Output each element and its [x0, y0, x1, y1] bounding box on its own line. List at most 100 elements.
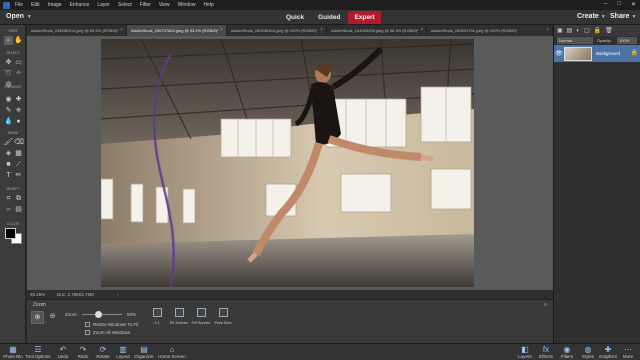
zoom-slider[interactable] [82, 314, 122, 315]
visibility-eye-icon[interactable]: 👁 [554, 50, 564, 57]
foreground-color-swatch[interactable] [5, 228, 16, 239]
menu-file[interactable]: File [15, 2, 23, 8]
type-tool-icon[interactable]: T [4, 171, 13, 180]
chevron-right-icon[interactable]: › [117, 292, 119, 298]
photo-bin-button[interactable]: ▦ Photo Bin [2, 345, 24, 359]
sponge-tool-icon[interactable]: ● [14, 117, 23, 126]
zoom-in-icon: ⊕ [34, 314, 41, 321]
content-aware-move-icon[interactable]: ⇔ [4, 205, 13, 214]
opacity-input[interactable]: 100% [617, 37, 637, 44]
brush-tool-icon[interactable]: 🖌 [4, 138, 13, 147]
graphics-button[interactable]: ✚ Graphics [597, 345, 619, 359]
move-tool-icon[interactable]: ✥ [4, 58, 13, 67]
magic-wand-icon[interactable]: ✧ [14, 69, 23, 78]
close-icon[interactable]: × [420, 27, 423, 33]
clone-stamp-icon[interactable]: ⎈ [14, 106, 23, 115]
layer-row-background[interactable]: 👁 Background 🔒 [554, 45, 640, 62]
menu-view[interactable]: View [159, 2, 170, 8]
eraser-tool-icon[interactable]: ⌫ [14, 138, 24, 147]
rotate-button[interactable]: ⟳ Rotate [92, 345, 114, 359]
view-1to1-button[interactable]: 1:1 [145, 308, 169, 325]
menu-image[interactable]: Image [48, 2, 62, 8]
effects-button[interactable]: fx Effects [535, 345, 557, 359]
marquee-tool-icon[interactable]: ▭ [14, 58, 23, 67]
eye-tool-icon[interactable]: ◉ [4, 95, 13, 104]
organizer-button[interactable]: ▤ Organizer [132, 345, 156, 359]
menu-select[interactable]: Select [118, 2, 132, 8]
zoom-all-checkbox[interactable]: Zoom All Windows [85, 330, 130, 335]
layers-icon: ◧ [521, 345, 529, 354]
doc-tab[interactable]: AdobeStock_164495296.jpeg @ 98.3% (RGB/8… [327, 25, 427, 36]
spot-healing-icon[interactable]: ✚ [14, 95, 23, 104]
menu-filter[interactable]: Filter [140, 2, 151, 8]
print-size-button[interactable]: Print Size [211, 308, 235, 325]
filters-button[interactable]: ◉ Filters [556, 345, 578, 359]
trash-icon[interactable]: 🗑 [605, 27, 613, 34]
lock-icon[interactable]: 🔒 [594, 27, 601, 34]
undo-button[interactable]: ↶ Undo [52, 345, 74, 359]
close-icon[interactable]: × [220, 27, 223, 33]
menu-layer[interactable]: Layer [97, 2, 110, 8]
zoom-slider-thumb[interactable] [95, 311, 102, 318]
adjustment-layer-icon[interactable]: ◐ [576, 28, 580, 34]
layers-panel-button[interactable]: ◧ Layers [514, 345, 536, 359]
zoom-out-button[interactable]: ⊖ [46, 311, 59, 324]
new-group-icon[interactable]: ▤ [567, 27, 573, 34]
zoom-tool-icon[interactable]: ⌕ [4, 36, 13, 45]
share-button[interactable]: Share ▼ [610, 13, 636, 20]
menu-edit[interactable]: Edit [31, 2, 40, 8]
zoom-value[interactable]: 93% [127, 312, 136, 317]
eyedropper-icon[interactable]: ⟋ [14, 160, 23, 169]
layout-button[interactable]: ▥ Layout [112, 345, 134, 359]
home-screen-button[interactable]: ⌂ Home Screen [157, 345, 187, 359]
document-image[interactable] [101, 39, 474, 287]
canvas-area[interactable] [27, 36, 553, 290]
fill-screen-button[interactable]: Fill Screen [189, 308, 213, 325]
doc-tab[interactable]: AdobeStock_234556104.jpeg @ 80.2% (RGB/8… [27, 25, 127, 36]
doc-tab-active[interactable]: AdobeStock_296707802.jpeg @ 93.2% (RGB/8… [127, 25, 227, 36]
mask-icon[interactable]: ▢ [584, 27, 590, 34]
resize-windows-checkbox[interactable]: Resize Windows To Fit [85, 322, 138, 327]
effects-label: Effects [539, 354, 553, 359]
menu-help[interactable]: Help [203, 2, 213, 8]
pencil-tool-icon[interactable]: ✏ [14, 171, 23, 180]
redo-button[interactable]: ↷ Redo [72, 345, 94, 359]
doc-tab[interactable]: AdobeStock_280248163.jpeg @ 100% (RGB/8)… [227, 25, 327, 36]
blur-tool-icon[interactable]: 💧 [4, 117, 13, 126]
close-icon[interactable]: × [546, 27, 549, 33]
checkbox-box[interactable] [85, 322, 90, 327]
more-button[interactable]: ⋯ More [617, 345, 639, 359]
styles-button[interactable]: ◍ Styles [577, 345, 599, 359]
doc-tab[interactable]: AdobeStock_230524791.jpeg @ 100% (RGB/8)… [427, 25, 553, 36]
menu-window[interactable]: Window [178, 2, 196, 8]
maximize-icon[interactable]: □ [617, 1, 621, 8]
straighten-tool-icon[interactable]: ▤ [14, 205, 23, 214]
gradient-tool-icon[interactable]: ▦ [14, 149, 23, 158]
new-layer-icon[interactable]: ▣ [557, 27, 563, 34]
fit-screen-button[interactable]: Fit Screen [167, 308, 191, 325]
fit-screen-label: Fit Screen [169, 320, 189, 325]
create-button[interactable]: Create ▼ [577, 13, 606, 20]
crop-tool-icon[interactable]: ⌗ [4, 194, 13, 203]
shape-tool-icon[interactable]: ■ [4, 160, 13, 169]
checkbox-box[interactable] [85, 330, 90, 335]
smart-brush-icon[interactable]: ✎ [4, 106, 13, 115]
lasso-tool-icon[interactable]: ➰ [4, 69, 13, 78]
panel-menu-icon[interactable]: ≡ [544, 302, 547, 308]
paint-bucket-icon[interactable]: ◈ [4, 149, 13, 158]
open-button[interactable]: Open ▼ [6, 13, 32, 20]
share-label: Share [610, 13, 630, 20]
mode-guided[interactable]: Guided [312, 11, 346, 24]
mode-quick[interactable]: Quick [280, 11, 310, 24]
hand-tool-icon[interactable]: ✋ [14, 36, 23, 45]
close-icon[interactable]: ✕ [631, 1, 636, 8]
blend-mode-select[interactable]: Normal [557, 37, 593, 44]
recompose-tool-icon[interactable]: ⧉ [14, 194, 23, 203]
menu-enhance[interactable]: Enhance [70, 2, 90, 8]
minimize-icon[interactable]: – [604, 1, 607, 8]
zoom-in-button[interactable]: ⊕ [31, 311, 44, 324]
close-icon[interactable]: × [320, 27, 323, 33]
close-icon[interactable]: × [120, 27, 123, 33]
mode-expert[interactable]: Expert [348, 11, 381, 24]
tool-options-button[interactable]: ☰ Tool Options [25, 345, 51, 359]
